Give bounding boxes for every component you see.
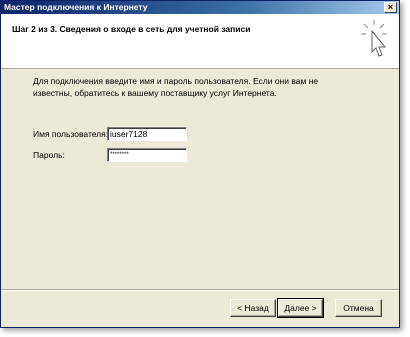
title-bar: Мастер подключения к Интернету × bbox=[1, 1, 399, 14]
username-label: Имя пользователя: bbox=[33, 129, 109, 139]
wizard-cursor-icon bbox=[361, 20, 387, 57]
bottom-separator bbox=[1, 289, 399, 291]
cancel-button[interactable]: Отмена bbox=[335, 299, 382, 317]
wizard-header: Шаг 2 из 3. Сведения о входе в сеть для … bbox=[1, 14, 399, 69]
next-button[interactable]: Далее > bbox=[277, 298, 324, 318]
close-button[interactable]: × bbox=[384, 2, 397, 13]
content-area: Для подключения введите имя и пароль пол… bbox=[1, 70, 399, 290]
username-input[interactable]: iuser7128 bbox=[107, 127, 187, 141]
step-title: Шаг 2 из 3. Сведения о входе в сеть для … bbox=[12, 24, 251, 34]
window-title: Мастер подключения к Интернету bbox=[4, 2, 148, 12]
close-icon: × bbox=[387, 2, 394, 12]
password-input[interactable]: ******** bbox=[107, 148, 187, 162]
back-button[interactable]: < Назад bbox=[230, 299, 276, 317]
intro-text: Для подключения введите имя и пароль пол… bbox=[33, 76, 319, 98]
password-label: Пароль: bbox=[33, 150, 65, 160]
wizard-window: Мастер подключения к Интернету × Шаг 2 и… bbox=[0, 0, 400, 328]
